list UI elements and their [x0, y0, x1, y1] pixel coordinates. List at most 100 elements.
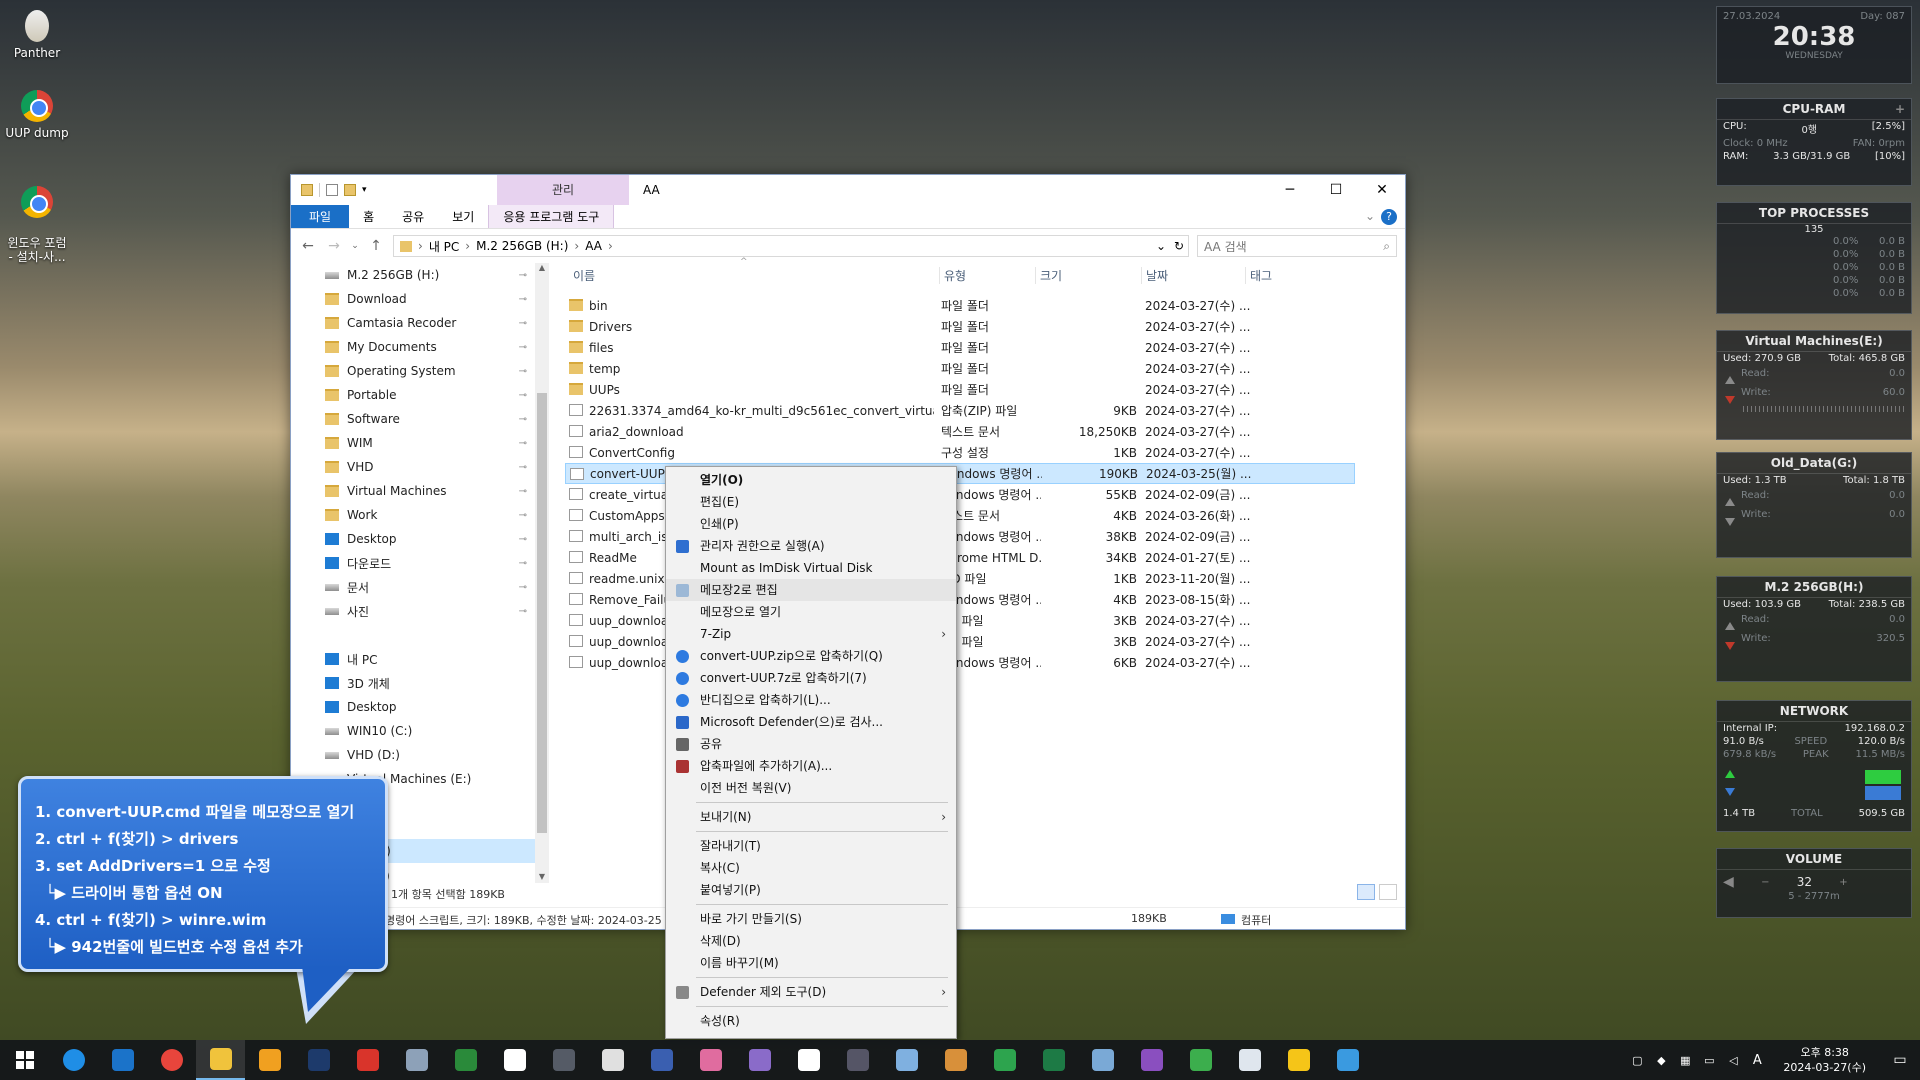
nav-item[interactable]: M.2 256GB (H:) ⊸: [291, 263, 535, 287]
back-button[interactable]: ←: [299, 238, 317, 254]
forward-button[interactable]: →: [325, 238, 343, 254]
taskbar-photoshop-button[interactable]: [294, 1040, 343, 1080]
menu-item[interactable]: 공유: [666, 733, 956, 755]
menu-item[interactable]: 메모장2로 편집: [666, 579, 956, 601]
start-button[interactable]: [0, 1040, 49, 1080]
column-tag[interactable]: 태그: [1245, 266, 1272, 284]
details-view-icon[interactable]: [1357, 884, 1375, 900]
taskbar-app14-button[interactable]: [686, 1040, 735, 1080]
breadcrumb-item[interactable]: M.2 256GB (H:): [476, 239, 568, 253]
file-row[interactable]: aria2_download 텍스트 문서 18,250KB 2024-03-27(수…: [565, 421, 1355, 442]
menu-item[interactable]: 이름 바꾸기(M): [666, 952, 956, 974]
pin-icon[interactable]: ⊸: [519, 462, 527, 473]
scrollbar-thumb[interactable]: [537, 393, 547, 833]
pin-icon[interactable]: ⊸: [519, 534, 527, 545]
search-box[interactable]: AA 검색 ⌕: [1197, 235, 1397, 257]
file-row[interactable]: 22631.3374_amd64_ko-kr_multi_d9c561ec_co…: [565, 400, 1355, 421]
taskbar-notepad-button[interactable]: [490, 1040, 539, 1080]
taskbar-app12-button[interactable]: [588, 1040, 637, 1080]
file-row[interactable]: ConvertConfig 구성 설정 1KB 2024-03-27(수) ...: [565, 442, 1355, 463]
breadcrumb-item[interactable]: 내 PC: [429, 238, 459, 255]
tab-view[interactable]: 보기: [438, 205, 488, 228]
taskbar-explorer-button[interactable]: [196, 1040, 245, 1080]
search-input[interactable]: AA 검색: [1204, 238, 1247, 255]
nav-item[interactable]: Desktop: [291, 695, 535, 719]
file-row[interactable]: bin 파일 폴더 2024-03-27(수) ...: [565, 295, 1355, 316]
nav-item[interactable]: Virtual Machines ⊸: [291, 479, 535, 503]
plus-icon[interactable]: +: [1895, 102, 1905, 116]
menu-item[interactable]: 삭제(D): [666, 930, 956, 952]
minimize-button[interactable]: ─: [1267, 175, 1313, 205]
tab-file[interactable]: 파일: [291, 205, 350, 228]
pin-icon[interactable]: ⊸: [519, 438, 527, 449]
pin-icon[interactable]: ⊸: [519, 606, 527, 617]
menu-item[interactable]: 관리자 권한으로 실행(A): [666, 535, 956, 557]
refresh-icon[interactable]: ↻: [1174, 239, 1184, 253]
taskbar-app18-button[interactable]: [882, 1040, 931, 1080]
file-row[interactable]: Drivers 파일 폴더 2024-03-27(수) ...: [565, 316, 1355, 337]
nav-item[interactable]: Camtasia Recoder ⊸: [291, 311, 535, 335]
menu-item[interactable]: 편집(E): [666, 491, 956, 513]
pin-icon[interactable]: ⊸: [519, 294, 527, 305]
column-size[interactable]: 크기: [1035, 266, 1062, 284]
task-view-icon[interactable]: ▢: [1625, 1054, 1649, 1067]
taskbar-ie-button[interactable]: [98, 1040, 147, 1080]
maximize-button[interactable]: ☐: [1313, 175, 1359, 205]
nav-item[interactable]: 사진 ⊸: [291, 599, 535, 623]
menu-item[interactable]: Microsoft Defender(으)로 검사...: [666, 711, 956, 733]
menu-item[interactable]: 잘라내기(T): [666, 835, 956, 857]
pin-icon[interactable]: ⊸: [519, 486, 527, 497]
taskbar-app23-button[interactable]: [1127, 1040, 1176, 1080]
menu-item[interactable]: 붙여넣기(P): [666, 879, 956, 901]
tray-app-icon[interactable]: ◆: [1649, 1054, 1673, 1067]
menu-item[interactable]: 압축파일에 추가하기(A)...: [666, 755, 956, 777]
nav-item[interactable]: 내 PC: [291, 647, 535, 671]
pin-icon[interactable]: ⊸: [519, 270, 527, 281]
menu-item[interactable]: Defender 제외 도구(D) ›: [666, 981, 956, 1003]
nav-item[interactable]: VHD ⊸: [291, 455, 535, 479]
pin-icon[interactable]: ⊸: [519, 558, 527, 569]
menu-item[interactable]: 바로 가기 만들기(S): [666, 908, 956, 930]
scroll-down-icon[interactable]: ▼: [535, 872, 549, 881]
properties-icon[interactable]: [326, 184, 338, 196]
taskbar-excel-button[interactable]: [1029, 1040, 1078, 1080]
taskbar-clock[interactable]: 오후 8:38 2024-03-27(수): [1769, 1045, 1880, 1075]
nav-item[interactable]: WIN10 (C:): [291, 719, 535, 743]
desktop-icon-windows-forum[interactable]: 윈도우 포럼 - 설치-사...: [0, 172, 74, 278]
display-icon[interactable]: ▭: [1697, 1054, 1721, 1067]
nav-item[interactable]: 문서 ⊸: [291, 575, 535, 599]
column-type[interactable]: 유형: [939, 266, 966, 284]
taskbar-app24-button[interactable]: [1176, 1040, 1225, 1080]
up-button[interactable]: ↑: [367, 238, 385, 254]
taskbar-app7-button[interactable]: [343, 1040, 392, 1080]
tab-share[interactable]: 공유: [388, 205, 438, 228]
nav-item[interactable]: Portable ⊸: [291, 383, 535, 407]
pin-icon[interactable]: ⊸: [519, 390, 527, 401]
speaker-icon[interactable]: ◀: [1723, 874, 1734, 890]
nav-item[interactable]: Work ⊸: [291, 503, 535, 527]
taskbar-app13-button[interactable]: [637, 1040, 686, 1080]
nav-item[interactable]: 다운로드 ⊸: [291, 551, 535, 575]
tab-home[interactable]: 홈: [349, 205, 388, 228]
taskbar-app17-button[interactable]: [833, 1040, 882, 1080]
taskbar-app15-button[interactable]: [735, 1040, 784, 1080]
nav-item[interactable]: WIM ⊸: [291, 431, 535, 455]
new-folder-icon[interactable]: [344, 184, 356, 196]
taskbar-app8-button[interactable]: [392, 1040, 441, 1080]
file-row[interactable]: UUPs 파일 폴더 2024-03-27(수) ...: [565, 379, 1355, 400]
taskbar-edge-button[interactable]: [49, 1040, 98, 1080]
taskbar-app16-button[interactable]: [784, 1040, 833, 1080]
nav-item[interactable]: Operating System ⊸: [291, 359, 535, 383]
desktop-icon-panther[interactable]: Panther: [0, 10, 74, 60]
scroll-up-icon[interactable]: ▲: [535, 263, 549, 272]
network-icon[interactable]: ▦: [1673, 1054, 1697, 1067]
large-icons-view-icon[interactable]: [1379, 884, 1397, 900]
volume-icon[interactable]: ◁: [1721, 1054, 1745, 1067]
navigation-scrollbar[interactable]: ▲ ▼: [535, 263, 549, 883]
pin-icon[interactable]: ⊸: [519, 414, 527, 425]
close-button[interactable]: ✕: [1359, 175, 1405, 205]
menu-item[interactable]: 인쇄(P): [666, 513, 956, 535]
nav-item[interactable]: 3D 개체: [291, 671, 535, 695]
taskbar-app20-button[interactable]: [980, 1040, 1029, 1080]
menu-item[interactable]: 열기(O): [666, 469, 956, 491]
